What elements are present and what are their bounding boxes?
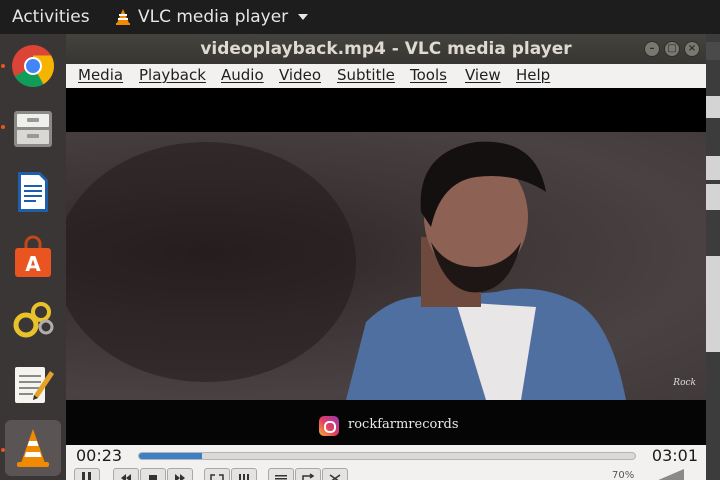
equalizer-icon [239,474,249,480]
dock-item-writer[interactable] [5,164,61,220]
chrome-icon [12,45,55,88]
svg-text:A: A [25,252,41,276]
play-pause-button[interactable] [74,468,100,480]
app-menu-label: VLC media player [138,7,289,27]
loop-button[interactable] [295,468,321,480]
vlc-window: videoplayback.mp4 - VLC media player – □… [66,34,706,480]
previous-button[interactable] [113,468,139,480]
next-button[interactable] [167,468,193,480]
playlist-button[interactable] [268,468,294,480]
volume-label: 70% [612,470,635,480]
playback-controls: 00:23 03:01 70% [66,445,706,480]
stop-button[interactable] [140,468,166,480]
dock: A [0,34,66,480]
video-frame: Rock [66,132,706,400]
gears-icon [13,302,54,338]
loop-icon [302,473,315,480]
menu-video[interactable]: Video [279,66,321,84]
shuffle-icon [329,474,341,480]
instagram-icon [319,416,339,436]
video-area[interactable]: Rock rockfarmrecords [66,88,706,479]
menu-playback[interactable]: Playback [139,66,206,84]
background-window [706,34,720,480]
stop-icon [149,475,157,480]
seek-progress [139,453,202,459]
menu-subtitle[interactable]: Subtitle [337,66,395,84]
playlist-icon [275,475,287,480]
extended-settings-button[interactable] [231,468,257,480]
vlc-cone-icon [17,429,49,467]
notepad-pencil-icon [15,367,54,403]
dock-item-vlc[interactable] [5,420,61,476]
file-cabinet-icon [14,111,52,147]
shuffle-button[interactable] [322,468,348,480]
dock-item-settings[interactable] [5,292,61,348]
fullscreen-icon [210,474,224,480]
volume-slider[interactable] [656,469,684,480]
writer-document-icon [18,172,48,212]
seek-bar[interactable] [138,452,636,460]
menu-view[interactable]: View [465,66,501,84]
menu-help[interactable]: Help [516,66,550,84]
window-titlebar[interactable]: videoplayback.mp4 - VLC media player – □… [66,34,706,64]
dock-item-text-editor[interactable] [5,356,61,412]
video-caption-bar: rockfarmrecords [66,400,706,445]
window-title: videoplayback.mp4 - VLC media player [200,39,572,59]
menu-audio[interactable]: Audio [221,66,264,84]
maximize-button[interactable]: □ [664,41,680,57]
chevron-down-icon [298,14,309,20]
close-button[interactable]: × [684,41,700,57]
menu-media[interactable]: Media [78,66,123,84]
vlc-cone-icon [116,9,130,25]
activities-button[interactable]: Activities [12,7,90,27]
dock-item-chrome[interactable] [5,38,61,94]
total-time: 03:01 [651,446,698,465]
menu-tools[interactable]: Tools [410,66,447,84]
minimize-button[interactable]: – [644,41,660,57]
video-person-image [66,141,626,400]
dock-item-files[interactable] [5,100,61,156]
top-bar: Activities VLC media player [0,0,720,34]
previous-icon [121,474,131,480]
video-watermark: Rock [673,378,696,388]
fullscreen-button[interactable] [204,468,230,480]
current-time: 00:23 [76,446,123,465]
pause-icon [82,472,91,480]
menu-bar: Media Playback Audio Video Subtitle Tool… [66,64,706,88]
app-menu[interactable]: VLC media player [114,7,309,27]
dock-item-software[interactable]: A [5,229,61,285]
shopping-bag-icon: A [15,235,51,277]
next-icon [175,474,185,480]
video-caption-text: rockfarmrecords [348,417,459,432]
